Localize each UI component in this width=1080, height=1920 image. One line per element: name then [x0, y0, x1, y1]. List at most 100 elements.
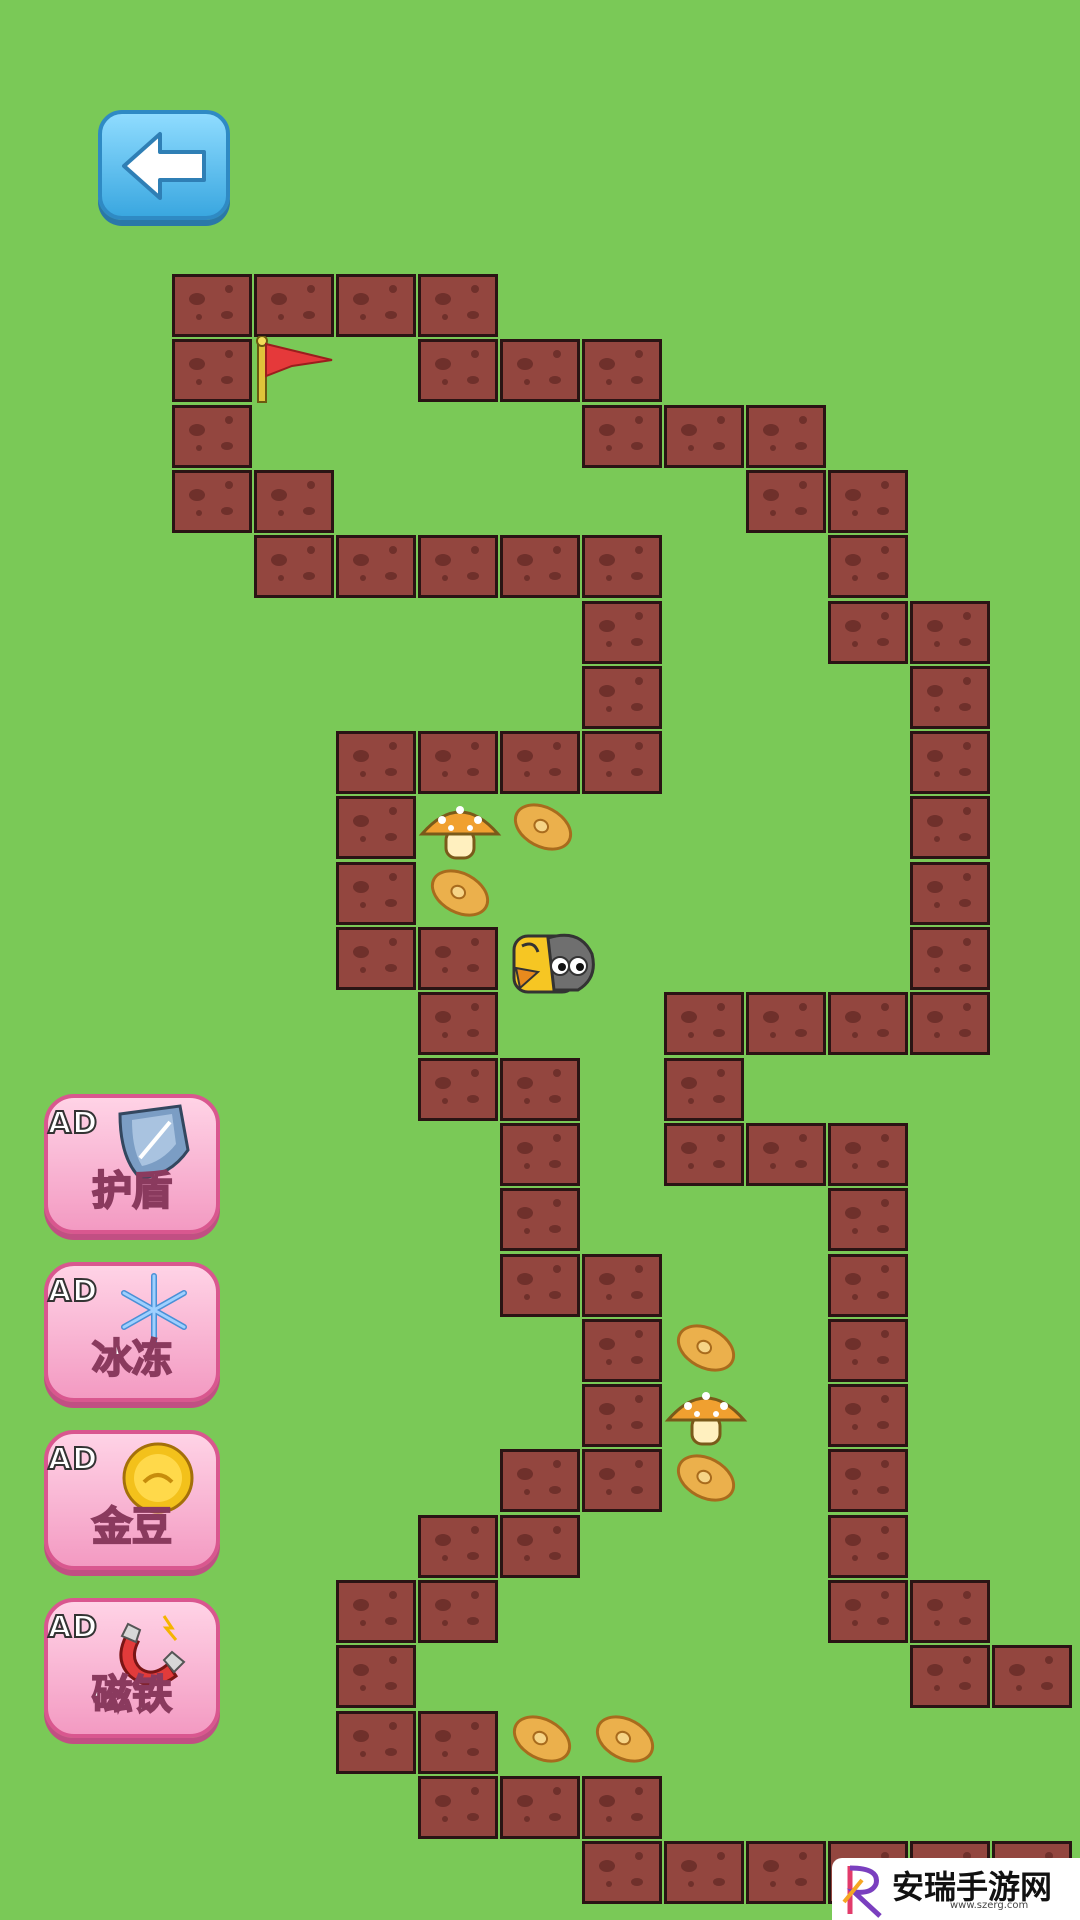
wall-tile: [500, 731, 580, 794]
wall-tile: [828, 1580, 908, 1643]
wall-tile: [172, 274, 252, 337]
wall-tile: [582, 731, 662, 794]
wall-tile: [910, 1580, 990, 1643]
wall-tile: [172, 470, 252, 533]
wall-tile: [500, 535, 580, 598]
wall-tile: [418, 274, 498, 337]
wall-tile: [418, 1580, 498, 1643]
bean-item: [587, 1705, 663, 1773]
mushroom-item: [418, 806, 502, 860]
wall-tile: [582, 1449, 662, 1512]
wall-tile: [254, 535, 334, 598]
wall-tile: [336, 274, 416, 337]
wall-tile: [828, 992, 908, 1055]
wall-tile: [336, 1711, 416, 1774]
wall-tile: [254, 274, 334, 337]
wall-tile: [910, 796, 990, 859]
wall-tile: [828, 535, 908, 598]
wall-tile: [746, 992, 826, 1055]
wall-tile: [336, 731, 416, 794]
wall-tile: [500, 1188, 580, 1251]
wall-tile: [746, 1841, 826, 1904]
wall-tile: [582, 1841, 662, 1904]
wall-tile: [992, 1645, 1072, 1708]
back-button[interactable]: [98, 110, 230, 220]
wall-tile: [500, 1123, 580, 1186]
gold-bean-powerup-button[interactable]: AD 金豆: [44, 1430, 220, 1570]
wall-tile: [910, 927, 990, 990]
wall-tile: [664, 1058, 744, 1121]
mushroom-item: [664, 1392, 748, 1446]
powerup-label: 金豆: [91, 1503, 173, 1551]
bean-item: [668, 1314, 744, 1382]
wall-tile: [500, 1449, 580, 1512]
wall-tile: [582, 1776, 662, 1839]
wall-tile: [910, 992, 990, 1055]
ad-label: AD: [47, 1609, 99, 1646]
wall-tile: [910, 731, 990, 794]
wall-tile: [582, 601, 662, 664]
wall-tile: [828, 1319, 908, 1382]
freeze-powerup-button[interactable]: AD 冰冻: [44, 1262, 220, 1402]
powerup-label: 冰冻: [91, 1335, 173, 1383]
wall-tile: [336, 862, 416, 925]
wall-tile: [910, 1645, 990, 1708]
wall-tile: [828, 470, 908, 533]
wall-tile: [418, 927, 498, 990]
bean-item: [668, 1444, 744, 1512]
wall-tile: [582, 339, 662, 402]
left-arrow-icon: [122, 132, 206, 200]
red-flag-icon: [256, 336, 333, 403]
wall-tile: [828, 1515, 908, 1578]
r-logo-icon: [842, 1865, 882, 1918]
wall-tile: [336, 1580, 416, 1643]
wall-tile: [910, 666, 990, 729]
wall-tile: [746, 470, 826, 533]
powerup-label: 磁铁: [91, 1671, 173, 1719]
wall-tile: [828, 1384, 908, 1447]
bean-item: [505, 793, 581, 861]
wall-tile: [582, 1319, 662, 1382]
watermark-url: www.szerg.com: [950, 1900, 1029, 1911]
wall-tile: [418, 1711, 498, 1774]
game-board: AD 护盾 AD 冰冻 AD 金豆 AD 磁铁 安瑞手游网 www.szerg.…: [0, 0, 1080, 1920]
wall-tile: [828, 601, 908, 664]
wall-tile: [500, 1058, 580, 1121]
shield-powerup-button[interactable]: AD 护盾: [44, 1094, 220, 1234]
wall-tile: [582, 666, 662, 729]
wall-tile: [418, 339, 498, 402]
wall-tile: [582, 1254, 662, 1317]
wall-tile: [828, 1254, 908, 1317]
wall-tile: [254, 470, 334, 533]
wall-tile: [746, 1123, 826, 1186]
wall-tile: [910, 601, 990, 664]
wall-tile: [172, 405, 252, 468]
wall-tile: [828, 1449, 908, 1512]
yellow-bird-icon: [512, 933, 595, 994]
ad-label: AD: [47, 1273, 99, 1310]
wall-tile: [418, 1058, 498, 1121]
wall-tile: [828, 1188, 908, 1251]
wall-tile: [582, 535, 662, 598]
wall-tile: [418, 992, 498, 1055]
wall-tile: [336, 796, 416, 859]
wall-tile: [582, 405, 662, 468]
wall-tile: [664, 1841, 744, 1904]
wall-tile: [418, 1776, 498, 1839]
wall-tile: [336, 1645, 416, 1708]
bean-item: [422, 859, 498, 927]
wall-tile: [664, 1123, 744, 1186]
wall-tile: [500, 1776, 580, 1839]
bean-item: [504, 1705, 580, 1773]
wall-tile: [500, 1254, 580, 1317]
wall-tile: [582, 1384, 662, 1447]
wall-tile: [910, 862, 990, 925]
wall-tile: [418, 1515, 498, 1578]
magnet-powerup-button[interactable]: AD 磁铁: [44, 1598, 220, 1738]
wall-tile: [500, 339, 580, 402]
wall-tile: [418, 535, 498, 598]
wall-tile: [664, 992, 744, 1055]
wall-tile: [418, 731, 498, 794]
powerup-label: 护盾: [91, 1167, 173, 1215]
wall-tile: [336, 535, 416, 598]
